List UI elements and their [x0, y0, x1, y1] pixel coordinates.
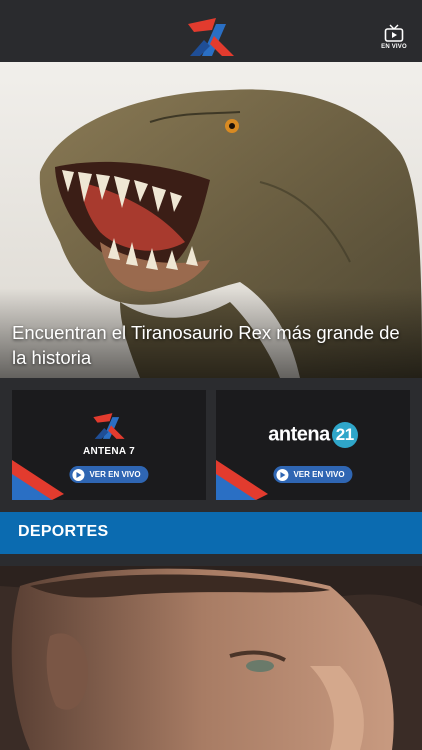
- football-player-portrait: [0, 566, 422, 750]
- decorative-stripe: [216, 460, 268, 500]
- top-bar: EN VIVO: [0, 0, 422, 62]
- channel-card-antena7[interactable]: ANTENA 7 VER EN VIVO: [12, 390, 206, 500]
- hero-headline[interactable]: Encuentran el Tiranosaurio Rex más grand…: [12, 320, 412, 370]
- decorative-stripe: [12, 460, 64, 500]
- channel-name: ANTENA 7: [82, 446, 136, 457]
- channel-name: antena: [268, 423, 330, 446]
- live-label: EN VIVO: [381, 44, 407, 50]
- watch-live-button[interactable]: VER EN VIVO: [69, 466, 149, 483]
- antena7-logo-icon: [12, 410, 206, 447]
- tv-play-icon: [380, 24, 408, 42]
- antena7-logo-icon[interactable]: [186, 16, 236, 58]
- sports-article-card[interactable]: [0, 566, 422, 750]
- channel-card-antena21[interactable]: antena 21 VER EN VIVO: [216, 390, 410, 500]
- play-icon: [276, 468, 289, 481]
- watch-live-label: VER EN VIVO: [89, 470, 141, 479]
- watch-live-button[interactable]: VER EN VIVO: [273, 466, 353, 483]
- play-icon: [72, 468, 85, 481]
- featured-article[interactable]: Encuentran el Tiranosaurio Rex más grand…: [0, 62, 422, 378]
- antena21-logo: antena 21: [216, 422, 410, 448]
- live-tv-button[interactable]: EN VIVO: [380, 24, 408, 54]
- section-header-deportes[interactable]: DEPORTES: [0, 512, 422, 554]
- section-title: DEPORTES: [18, 523, 109, 540]
- watch-live-label: VER EN VIVO: [293, 470, 345, 479]
- channel-number-badge: 21: [331, 422, 358, 448]
- live-channels: ANTENA 7 VER EN VIVO antena 21 VER EN VIV…: [0, 378, 422, 512]
